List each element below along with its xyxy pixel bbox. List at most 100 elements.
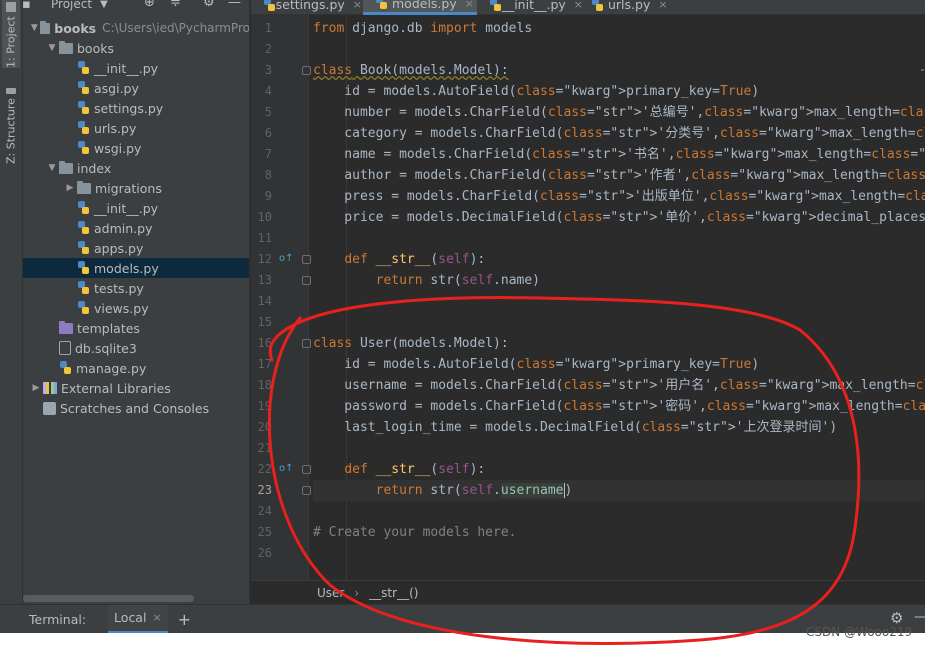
tree-item[interactable]: models.py [23, 258, 249, 278]
code-line[interactable] [313, 501, 925, 522]
code-line[interactable]: press = models.CharField(class="str">'出版… [313, 186, 925, 207]
close-icon[interactable]: × [353, 0, 362, 11]
code-line[interactable]: id = models.AutoField(class="kwarg">prim… [313, 354, 925, 375]
code-line[interactable]: author = models.CharField(class="str">'作… [313, 165, 925, 186]
horizontal-scrollbar[interactable] [23, 595, 194, 602]
code-line[interactable]: def __str__(self): [313, 459, 925, 480]
tree-item-label: books [54, 20, 97, 36]
collapse-icon[interactable]: ≑ [170, 0, 181, 10]
tree-item[interactable]: admin.py [23, 218, 249, 238]
tree-item[interactable]: settings.py [23, 98, 249, 118]
terminal-tab-local[interactable]: Local × [108, 604, 168, 633]
breadcrumb-class[interactable]: User [317, 586, 344, 600]
hide-icon[interactable]: — [914, 609, 925, 625]
code-line[interactable]: return str(self.username) [313, 480, 925, 501]
code-line[interactable]: last_login_time = models.DecimalField(cl… [313, 417, 925, 438]
code-line[interactable]: class Book(models.Model): [313, 60, 925, 81]
hide-icon[interactable]: — [228, 0, 241, 10]
fold-marker-icon[interactable] [302, 255, 311, 264]
tree-item[interactable]: ▶ External Libraries [23, 378, 249, 398]
fold-marker-icon[interactable] [302, 486, 311, 495]
tree-item[interactable]: asgi.py [23, 78, 249, 98]
tool-tab-structure[interactable]: Z: Structure [2, 88, 20, 164]
chevron-down-icon[interactable]: ▼ [100, 0, 108, 10]
code-line[interactable]: from django.db import models [313, 18, 925, 39]
code-line[interactable]: number = models.CharField(class="str">'总… [313, 102, 925, 123]
line-number: 5 [264, 105, 272, 119]
code-line[interactable] [313, 438, 925, 459]
tree-item[interactable]: manage.py [23, 358, 249, 378]
gear-icon[interactable]: ⚙ [203, 0, 215, 10]
chevron-down-icon[interactable]: ▼ [45, 163, 59, 173]
close-icon[interactable]: × [465, 0, 474, 10]
tool-tab-project[interactable]: 1: Project [2, 0, 20, 68]
tree-item[interactable]: ▼ books [23, 38, 249, 58]
tree-item[interactable]: wsgi.py [23, 138, 249, 158]
close-icon[interactable]: × [658, 0, 667, 11]
scratch-icon [43, 401, 56, 415]
breadcrumb-separator: › [354, 585, 360, 600]
code-line[interactable]: category = models.CharField(class="str">… [313, 123, 925, 144]
code-line[interactable]: name = models.CharField(class="str">'书名'… [313, 144, 925, 165]
tab-models-py[interactable]: models.py × [363, 0, 477, 15]
line-number: 8 [264, 168, 272, 182]
fold-marker-icon[interactable] [302, 465, 311, 474]
breadcrumb-method[interactable]: __str__() [369, 586, 418, 600]
chevron-right-icon[interactable]: ▶ [29, 383, 43, 393]
code-line[interactable]: price = models.DecimalField(class="str">… [313, 207, 925, 228]
code-line[interactable] [313, 228, 925, 249]
folder-icon [6, 2, 16, 13]
project-toolbar: ▪ Project ▼ ⊕ ≑ ⚙ — [23, 0, 249, 14]
line-number: 21 [257, 441, 272, 455]
code-line[interactable] [313, 291, 925, 312]
code-line[interactable]: # Create your models here. [313, 522, 925, 543]
code-line[interactable]: password = models.CharField(class="str">… [313, 396, 925, 417]
line-number: 12 [257, 252, 272, 266]
tree-item[interactable]: apps.py [23, 238, 249, 258]
code-line[interactable] [313, 312, 925, 333]
tab-urls-py[interactable]: urls.py × [579, 0, 679, 15]
override-icon[interactable]: o↑ [279, 254, 294, 264]
fold-marker-icon[interactable] [302, 339, 311, 348]
fold-marker-icon[interactable] [302, 276, 311, 285]
tree-item[interactable]: urls.py [23, 118, 249, 138]
chevron-down-icon[interactable]: ▼ [45, 43, 59, 53]
chevron-right-icon[interactable]: ▶ [63, 183, 77, 193]
code-line[interactable]: class User(models.Model): [313, 333, 925, 354]
close-icon[interactable]: × [152, 611, 161, 624]
tree-item[interactable]: __init__.py [23, 198, 249, 218]
tree-item[interactable]: tests.py [23, 278, 249, 298]
tree-item[interactable]: ▼ index [23, 158, 249, 178]
breadcrumb: User › __str__() [251, 580, 925, 604]
chevron-down-icon[interactable]: ▼ [29, 23, 40, 33]
tab-settings-py[interactable]: settings.py × [251, 0, 362, 15]
code-line[interactable] [313, 39, 925, 60]
tree-item[interactable]: db.sqlite3 [23, 338, 249, 358]
python-file-icon [375, 0, 388, 10]
tree-item[interactable]: Scratches and Consoles [23, 398, 249, 418]
code-line[interactable]: id = models.AutoField(class="kwarg">prim… [313, 81, 925, 102]
python-file-icon [77, 61, 90, 75]
tree-item[interactable]: templates [23, 318, 249, 338]
code-line[interactable] [313, 543, 925, 564]
folder-icon [39, 20, 51, 34]
tab-init-py[interactable]: __init__.py × [477, 0, 583, 15]
tree-item-label: __init__.py [94, 60, 159, 76]
override-icon[interactable]: o↑ [279, 464, 294, 474]
tree-item[interactable]: ▼ books C:\Users\ied\PycharmPro [23, 18, 249, 38]
code-line[interactable]: username = models.CharField(class="str">… [313, 375, 925, 396]
tree-item[interactable]: __init__.py [23, 58, 249, 78]
folder-icon [59, 40, 73, 54]
terminal-tab-label: Local [114, 610, 147, 625]
locate-icon[interactable]: ⊕ [144, 0, 155, 10]
fold-marker-icon[interactable] [302, 66, 311, 75]
code-line[interactable]: def __str__(self): [313, 249, 925, 270]
tree-item[interactable]: ▶ migrations [23, 178, 249, 198]
tree-item-label: views.py [94, 300, 149, 316]
code-editor[interactable]: 1 2 3 4 5 6 7 8 9 10 11 12 13 14 15 16 17 18 19 20 21 22 23 24 2… [251, 15, 925, 580]
tree-item[interactable]: views.py [23, 298, 249, 318]
tree-item-label: index [77, 160, 112, 176]
new-terminal-button[interactable]: + [178, 610, 191, 629]
project-view-selector[interactable]: Project [51, 0, 92, 11]
code-line[interactable]: return str(self.name) [313, 270, 925, 291]
